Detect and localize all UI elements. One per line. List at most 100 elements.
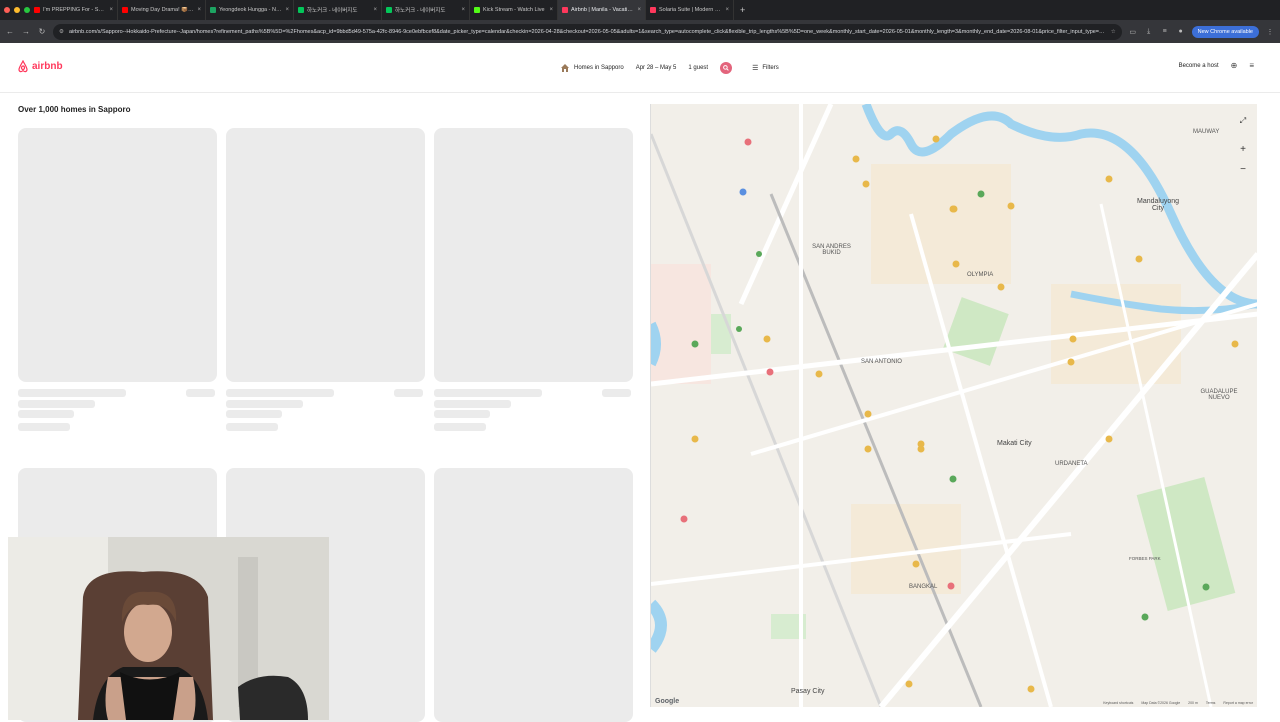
zoom-in-button[interactable]: + bbox=[1235, 144, 1251, 158]
profile-avatar[interactable]: ● bbox=[1176, 28, 1186, 35]
media-icon[interactable]: ≡ bbox=[1160, 28, 1170, 35]
zoom-out-button[interactable]: − bbox=[1235, 164, 1251, 178]
tab-favicon-icon bbox=[562, 7, 568, 13]
skeleton-line bbox=[18, 423, 70, 431]
skeleton-line bbox=[434, 400, 511, 408]
airbnb-belo-icon bbox=[18, 60, 28, 73]
become-host-link[interactable]: Become a host bbox=[1179, 63, 1219, 69]
new-tab-button[interactable]: + bbox=[734, 5, 745, 15]
skeleton-line bbox=[226, 389, 334, 397]
map-label-olympia: OLYMPIA bbox=[967, 272, 994, 278]
tab-title: Airbnb | Manila - Vacation R bbox=[571, 7, 635, 13]
downloads-icon[interactable]: ⤓ bbox=[1144, 28, 1154, 36]
listing-card-skeleton[interactable] bbox=[226, 128, 425, 382]
tab-title: Yeongdeok Hungga - Namu bbox=[219, 7, 283, 13]
reload-button[interactable]: ↻ bbox=[37, 27, 47, 36]
map-label-urdaneta: URDANETA bbox=[1055, 461, 1088, 467]
results-title: Over 1,000 homes in Sapporo bbox=[18, 105, 131, 114]
tab-favicon-icon bbox=[650, 7, 656, 13]
tab-favicon-icon bbox=[298, 7, 304, 13]
search-guests[interactable]: 1 guest bbox=[688, 65, 708, 71]
listing-card-skeleton[interactable] bbox=[434, 468, 633, 722]
skeleton-line bbox=[434, 410, 490, 418]
tab-close-icon[interactable]: × bbox=[285, 7, 289, 13]
airbnb-logo[interactable]: airbnb bbox=[17, 60, 63, 73]
skeleton-line bbox=[602, 389, 631, 397]
browser-tab[interactable]: Moving Day Drama! 📦 + Exp× bbox=[118, 0, 206, 20]
filters-button[interactable]: ☰ Filters bbox=[752, 64, 779, 72]
terms-link[interactable]: Terms bbox=[1206, 701, 1216, 705]
search-bar[interactable]: Homes in Sapporo Apr 28 – May 5 1 guest … bbox=[560, 57, 779, 79]
listing-image-placeholder bbox=[226, 128, 425, 382]
search-dates[interactable]: Apr 28 – May 5 bbox=[636, 65, 677, 71]
tab-close-icon[interactable]: × bbox=[109, 7, 113, 13]
minimize-window-button[interactable] bbox=[14, 7, 20, 13]
skeleton-line bbox=[18, 410, 74, 418]
browser-tab[interactable]: 하노커크 - 네이버지도 × bbox=[382, 0, 470, 20]
tab-favicon-icon bbox=[386, 7, 392, 13]
back-button[interactable]: ← bbox=[5, 27, 15, 36]
browser-tab[interactable]: 하노커크 - 네이버지도 × bbox=[294, 0, 382, 20]
listing-card-skeleton[interactable] bbox=[434, 128, 633, 382]
tab-close-icon[interactable]: × bbox=[549, 7, 553, 13]
map-data-text: Map Data ©2026 Google bbox=[1141, 701, 1181, 705]
tab-close-icon[interactable]: × bbox=[637, 7, 641, 13]
skeleton-line bbox=[434, 423, 486, 431]
browser-toolbar: ← → ↻ ⚙ airbnb.com/s/Sapporo--Hokkaido-P… bbox=[0, 20, 1280, 43]
listing-image-placeholder bbox=[434, 468, 633, 722]
tab-close-icon[interactable]: × bbox=[725, 7, 729, 13]
url-text: airbnb.com/s/Sapporo--Hokkaido-Prefectur… bbox=[68, 28, 1107, 35]
hamburger-menu-icon[interactable]: ≡ bbox=[1249, 61, 1254, 70]
map-scale[interactable]: 200 m bbox=[1188, 701, 1198, 705]
streamer-webcam-image bbox=[8, 537, 329, 720]
extensions-icon[interactable]: ▭ bbox=[1128, 28, 1138, 36]
house-icon bbox=[561, 64, 569, 72]
address-bar[interactable]: ⚙ airbnb.com/s/Sapporo--Hokkaido-Prefect… bbox=[53, 23, 1122, 40]
browser-tab[interactable]: Kick Stream - Watch Live × bbox=[470, 0, 558, 20]
update-chrome-button[interactable]: New Chrome available bbox=[1191, 25, 1259, 38]
browser-tab-bar: I'm PREPPING For - Societal×Moving Day D… bbox=[0, 0, 1280, 20]
chrome-menu-icon[interactable]: ⋮ bbox=[1265, 28, 1275, 36]
search-location[interactable]: Homes in Sapporo bbox=[574, 65, 624, 71]
map-canvas bbox=[651, 104, 1257, 707]
search-button[interactable] bbox=[720, 62, 733, 74]
globe-icon[interactable]: ⊕ bbox=[1231, 61, 1238, 70]
skeleton-line bbox=[226, 410, 282, 418]
map-label-mandaluyong: Mandaluyong City bbox=[1136, 198, 1180, 212]
tab-favicon-icon bbox=[122, 7, 128, 13]
tab-close-icon[interactable]: × bbox=[197, 7, 201, 13]
browser-tab[interactable]: Yeongdeok Hungga - Namu × bbox=[206, 0, 294, 20]
tab-title: 하노커크 - 네이버지도 bbox=[395, 8, 446, 14]
fullscreen-icon[interactable]: ⤢ bbox=[1235, 116, 1251, 130]
map-label-mauway: MAUWAY bbox=[1193, 129, 1220, 135]
map-attribution: Keyboard shortcuts Map Data ©2026 Google… bbox=[1103, 701, 1253, 705]
listing-image-placeholder bbox=[18, 128, 217, 382]
filters-label: Filters bbox=[762, 65, 779, 71]
google-logo: Google bbox=[655, 698, 680, 705]
keyboard-shortcuts-link[interactable]: Keyboard shortcuts bbox=[1103, 701, 1133, 705]
listing-image-placeholder bbox=[434, 128, 633, 382]
filters-icon: ☰ bbox=[752, 65, 759, 72]
tab-favicon-icon bbox=[34, 7, 40, 13]
browser-tab[interactable]: Solaria Suite | Modern Condo× bbox=[646, 0, 734, 20]
site-info-icon[interactable]: ⚙ bbox=[59, 29, 64, 35]
tab-title: Solaria Suite | Modern Condo bbox=[659, 7, 722, 13]
skeleton-line bbox=[186, 389, 215, 397]
map-label-makati: Makati City bbox=[997, 440, 1032, 447]
bookmark-star-icon[interactable]: ☆ bbox=[1111, 29, 1116, 35]
results-map[interactable]: ⤢ + − MAUWAY Mandaluyong City SAN ANDRES… bbox=[650, 104, 1257, 707]
browser-tab[interactable]: I'm PREPPING For - Societal× bbox=[30, 0, 118, 20]
search-icon bbox=[723, 65, 729, 71]
close-window-button[interactable] bbox=[4, 7, 10, 13]
skeleton-line bbox=[394, 389, 423, 397]
skeleton-line bbox=[226, 423, 278, 431]
window-controls bbox=[0, 7, 30, 13]
report-error-link[interactable]: Report a map error bbox=[1223, 701, 1253, 705]
tab-title: Moving Day Drama! 📦 + Exp bbox=[131, 7, 194, 13]
forward-button[interactable]: → bbox=[21, 27, 31, 36]
browser-tab[interactable]: Airbnb | Manila - Vacation R × bbox=[558, 0, 646, 20]
map-label-san-antonio: SAN ANTONIO bbox=[861, 359, 902, 365]
listing-card-skeleton[interactable] bbox=[18, 128, 217, 382]
tab-close-icon[interactable]: × bbox=[461, 7, 465, 13]
tab-close-icon[interactable]: × bbox=[373, 7, 377, 13]
